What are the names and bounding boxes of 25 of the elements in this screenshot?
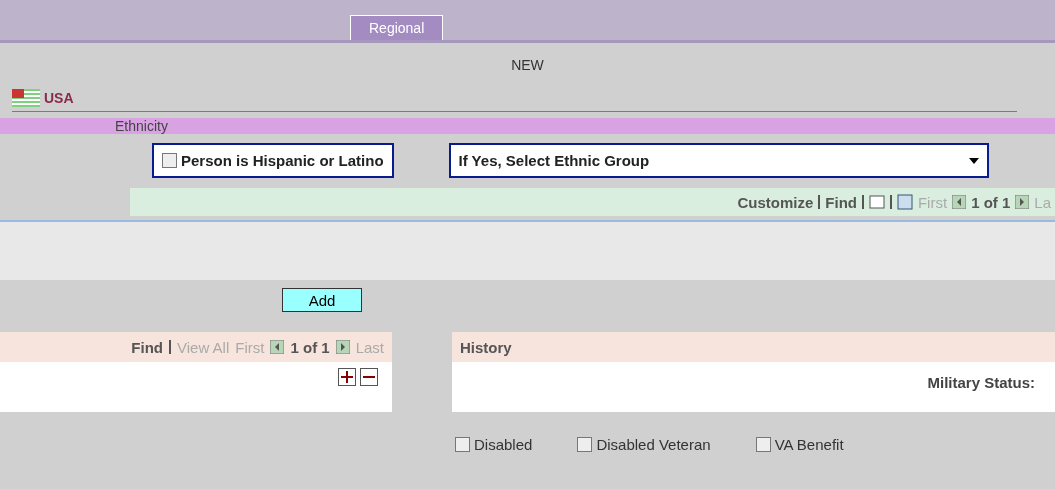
flag-icon — [12, 89, 40, 107]
checkbox[interactable]: Disabled — [455, 436, 533, 453]
find-link[interactable]: Find — [131, 338, 163, 356]
checkbox[interactable]: VA Benefit — [755, 436, 844, 453]
row-count: 1 of 1 — [290, 338, 330, 356]
previous-icon[interactable] — [270, 340, 285, 354]
delete-row-icon[interactable] — [360, 368, 378, 386]
next-icon[interactable] — [335, 340, 350, 354]
find-link[interactable]: Find — [825, 193, 857, 211]
ethnic-group-dropdown[interactable]: If Yes, Select Ethnic Group — [448, 143, 989, 178]
customize-link[interactable]: Customize — [737, 193, 814, 211]
section-title: Ethnicity — [0, 118, 1055, 134]
panel-title: History — [460, 338, 512, 356]
caret-icon[interactable] — [968, 157, 979, 164]
row-count: 1 of 1 — [971, 193, 1011, 211]
country-name: USA — [44, 90, 74, 106]
checkbox[interactable]: Disabled Veteran — [577, 436, 711, 453]
field-label: Military Status: — [926, 373, 1036, 393]
add-row-icon[interactable] — [338, 368, 356, 386]
hispanic-checkbox[interactable]: Person is Hispanic or Latino — [152, 143, 394, 178]
previous-icon[interactable] — [952, 195, 967, 209]
status-text: NEW — [510, 57, 545, 73]
add-button[interactable]: Add — [282, 288, 362, 312]
zoom-icon[interactable] — [868, 195, 885, 209]
next-icon[interactable] — [1015, 195, 1030, 209]
